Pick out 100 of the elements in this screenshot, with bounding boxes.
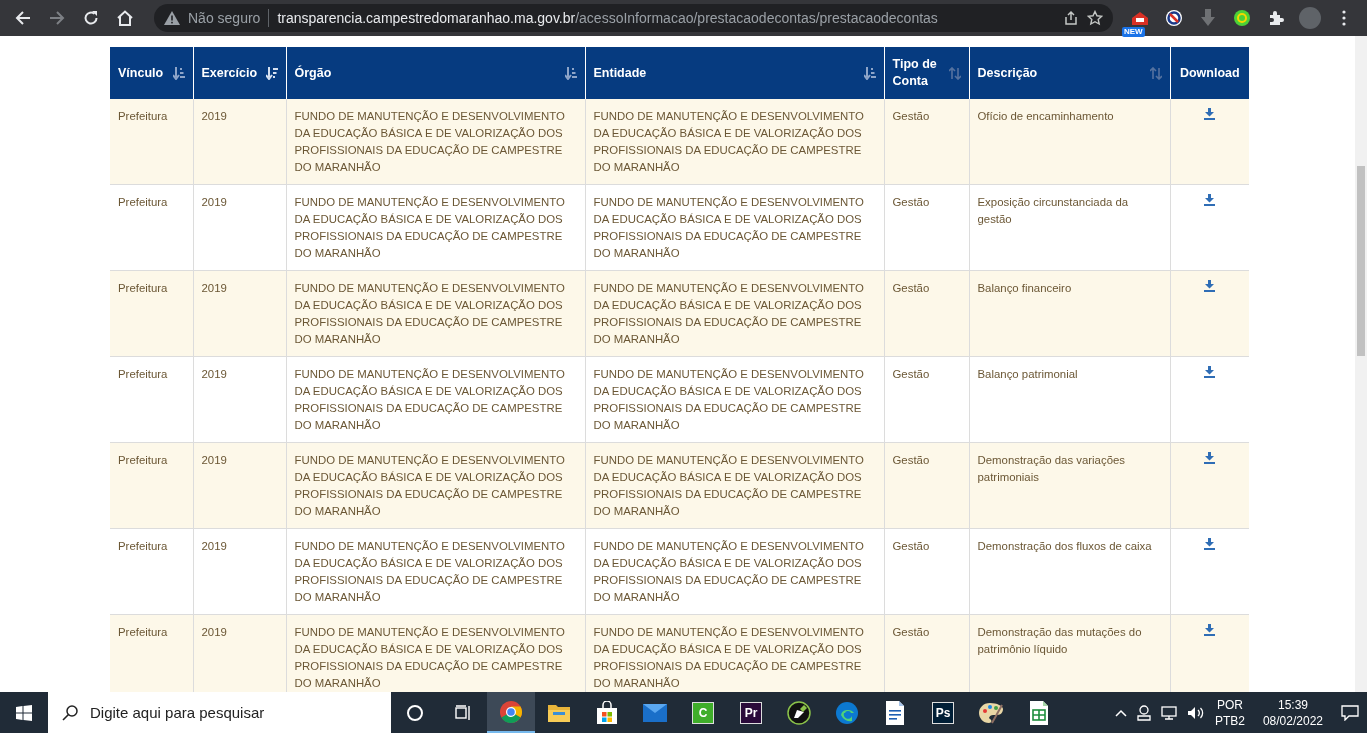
download-icon[interactable] <box>1204 194 1216 206</box>
download-icon[interactable] <box>1204 108 1216 120</box>
arrow-right-icon <box>49 10 65 26</box>
table-cell: Prefeitura <box>110 99 193 185</box>
puzzle-icon <box>1268 10 1284 26</box>
search-icon <box>62 704 78 721</box>
table-cell: 2019 <box>193 270 286 357</box>
table-cell: FUNDO DE MANUTENÇÃO E DESENVOLVIMENTO DA EDUCAÇÃO BÁSICA E DE VALORIZAÇÃO DOS PROFISSIONAIS DA EDUCAÇÃO DE CAMPESTRE DO MARANHÃO <box>286 442 585 529</box>
sort-icon <box>948 66 961 80</box>
table-cell: Gestão <box>884 614 969 692</box>
table-cell: Demonstração dos fluxos de caixa <box>969 528 1170 615</box>
notification-icon[interactable] <box>1341 704 1359 721</box>
windows-icon <box>16 704 32 721</box>
download-icon[interactable] <box>1204 538 1216 550</box>
table-cell: Balanço patrimonial <box>969 356 1170 443</box>
download-icon[interactable] <box>1204 624 1216 636</box>
table-cell: Prefeitura <box>110 614 193 692</box>
sort-icon <box>1149 66 1162 80</box>
reload-icon <box>83 10 99 26</box>
table-cell: FUNDO DE MANUTENÇÃO E DESENVOLVIMENTO DA EDUCAÇÃO BÁSICA E DE VALORIZAÇÃO DOS PROFISSIONAIS DA EDUCAÇÃO DE CAMPESTRE DO MARANHÃO <box>286 270 585 357</box>
table-cell: FUNDO DE MANUTENÇÃO E DESENVOLVIMENTO DA EDUCAÇÃO BÁSICA E DE VALORIZAÇÃO DOS PROFISSIONAIS DA EDUCAÇÃO DE CAMPESTRE DO MARANHÃO <box>585 614 884 692</box>
address-bar[interactable]: Não seguro transparencia.campestredomaranhao.ma.gov.br/acessoInformacao/prestacaodecontas/prestacaodecontas <box>154 4 1113 32</box>
language-indicator[interactable]: POR PTB2 <box>1214 696 1245 729</box>
arrow-left-icon <box>15 10 31 26</box>
network-icon[interactable] <box>1160 705 1177 720</box>
table-cell: 2019 <box>193 528 286 615</box>
table-cell: FUNDO DE MANUTENÇÃO E DESENVOLVIMENTO DA EDUCAÇÃO BÁSICA E DE VALORIZAÇÃO DOS PROFISSIONAIS DA EDUCAÇÃO DE CAMPESTRE DO MARANHÃO <box>585 356 884 443</box>
sort-icon <box>172 66 185 80</box>
arrow-down-icon <box>1200 9 1216 27</box>
avatar-icon <box>1299 7 1321 29</box>
app-logo: Pr <box>740 701 762 724</box>
table-cell: FUNDO DE MANUTENÇÃO E DESENVOLVIMENTO DA EDUCAÇÃO BÁSICA E DE VALORIZAÇÃO DOS PROFISSIONAIS DA EDUCAÇÃO DE CAMPESTRE DO MARANHÃO <box>585 442 884 529</box>
table-cell: FUNDO DE MANUTENÇÃO E DESENVOLVIMENTO DA EDUCAÇÃO BÁSICA E DE VALORIZAÇÃO DOS PROFISSIONAIS DA EDUCAÇÃO DE CAMPESTRE DO MARANHÃO <box>585 184 884 271</box>
shopping-bag-icon <box>596 700 618 725</box>
table-cell: Gestão <box>884 99 969 185</box>
table-cell: 2019 <box>193 442 286 529</box>
share-icon[interactable] <box>1063 10 1079 26</box>
download-icon[interactable] <box>1204 452 1216 464</box>
warning-icon <box>164 11 180 25</box>
table-cell: Ofício de encaminhamento <box>969 99 1170 185</box>
sort-icon <box>564 66 577 80</box>
volume-icon[interactable] <box>1186 705 1205 720</box>
table-cell: Gestão <box>884 442 969 529</box>
task-view-icon <box>454 704 472 721</box>
clock[interactable]: 15:39 08/02/2022 <box>1254 696 1331 729</box>
meeting-icon[interactable] <box>1136 704 1151 721</box>
table-cell: FUNDO DE MANUTENÇÃO E DESENVOLVIMENTO DA EDUCAÇÃO BÁSICA E DE VALORIZAÇÃO DOS PROFISSIONAIS DA EDUCAÇÃO DE CAMPESTRE DO MARANHÃO <box>286 99 585 185</box>
table-cell: 2019 <box>193 99 286 185</box>
download-icon[interactable] <box>1204 366 1216 378</box>
menu-icon <box>1342 10 1346 26</box>
mail-icon <box>643 703 667 722</box>
security-label: Não seguro <box>188 10 261 26</box>
ring-icon <box>1233 9 1251 27</box>
table-cell: Prefeitura <box>110 528 193 615</box>
app-logo: Ps <box>932 701 954 724</box>
taskbar-app-button[interactable]: Pr <box>727 692 775 733</box>
table-cell: FUNDO DE MANUTENÇÃO E DESENVOLVIMENTO DA EDUCAÇÃO BÁSICA E DE VALORIZAÇÃO DOS PROFISSIONAIS DA EDUCAÇÃO DE CAMPESTRE DO MARANHÃO <box>585 99 884 185</box>
table-cell: Prefeitura <box>110 356 193 443</box>
column-header: Download <box>1170 47 1249 99</box>
document-icon <box>885 700 905 725</box>
download-icon[interactable] <box>1204 280 1216 292</box>
chevron-up-icon[interactable] <box>1114 708 1127 717</box>
table-cell: Demonstração das mutações do patrimônio líquido <box>969 614 1170 692</box>
search-field[interactable]: Digite aqui para pesquisar <box>48 692 391 733</box>
chrome-icon <box>499 699 523 724</box>
table-cell: Gestão <box>884 528 969 615</box>
house-icon <box>1130 10 1150 26</box>
pen-icon <box>787 700 811 725</box>
block-icon <box>1165 9 1183 27</box>
table-cell: Prefeitura <box>110 442 193 529</box>
table-cell: Gestão <box>884 184 969 271</box>
table-cell: 2019 <box>193 356 286 443</box>
spreadsheet-icon <box>1029 700 1049 725</box>
table-cell: 2019 <box>193 184 286 271</box>
table-cell: Prefeitura <box>110 270 193 357</box>
table-cell: FUNDO DE MANUTENÇÃO E DESENVOLVIMENTO DA EDUCAÇÃO BÁSICA E DE VALORIZAÇÃO DOS PROFISSIONAIS DA EDUCAÇÃO DE CAMPESTRE DO MARANHÃO <box>286 184 585 271</box>
table-cell: FUNDO DE MANUTENÇÃO E DESENVOLVIMENTO DA EDUCAÇÃO BÁSICA E DE VALORIZAÇÃO DOS PROFISSIONAIS DA EDUCAÇÃO DE CAMPESTRE DO MARANHÃO <box>286 528 585 615</box>
table-cell: FUNDO DE MANUTENÇÃO E DESENVOLVIMENTO DA EDUCAÇÃO BÁSICA E DE VALORIZAÇÃO DOS PROFISSIONAIS DA EDUCAÇÃO DE CAMPESTRE DO MARANHÃO <box>286 614 585 692</box>
table-cell: FUNDO DE MANUTENÇÃO E DESENVOLVIMENTO DA EDUCAÇÃO BÁSICA E DE VALORIZAÇÃO DOS PROFISSIONAIS DA EDUCAÇÃO DE CAMPESTRE DO MARANHÃO <box>585 528 884 615</box>
url-text: transparencia.campestredomaranhao.ma.gov.br/acessoInformacao/prestacaodecontas/prestacaodecontas <box>277 10 939 26</box>
table-cell: Balanço financeiro <box>969 270 1170 357</box>
new-badge: NEW <box>1122 27 1145 37</box>
palette-icon <box>978 700 1004 725</box>
table-cell: 2019 <box>193 614 286 692</box>
app-logo: C <box>692 701 714 724</box>
bookmark-star-icon[interactable] <box>1087 10 1103 26</box>
table-cell: Prefeitura <box>110 184 193 271</box>
taskbar-app-button[interactable]: Ps <box>919 692 967 733</box>
sort-icon <box>265 66 278 80</box>
browser-icon <box>835 700 859 725</box>
table-cell: Demonstração das variações patrimoniais <box>969 442 1170 529</box>
table-cell: Gestão <box>884 356 969 443</box>
table-cell: Gestão <box>884 270 969 357</box>
sort-icon <box>863 66 876 80</box>
scrollbar[interactable] <box>1355 36 1367 692</box>
home-icon <box>116 10 134 26</box>
circle-icon <box>406 703 424 722</box>
table-cell: FUNDO DE MANUTENÇÃO E DESENVOLVIMENTO DA EDUCAÇÃO BÁSICA E DE VALORIZAÇÃO DOS PROFISSIONAIS DA EDUCAÇÃO DE CAMPESTRE DO MARANHÃO <box>585 270 884 357</box>
table-cell: Exposição circunstanciada da gestão <box>969 184 1170 271</box>
table-cell: FUNDO DE MANUTENÇÃO E DESENVOLVIMENTO DA EDUCAÇÃO BÁSICA E DE VALORIZAÇÃO DOS PROFISSIONAIS DA EDUCAÇÃO DE CAMPESTRE DO MARANHÃO <box>286 356 585 443</box>
